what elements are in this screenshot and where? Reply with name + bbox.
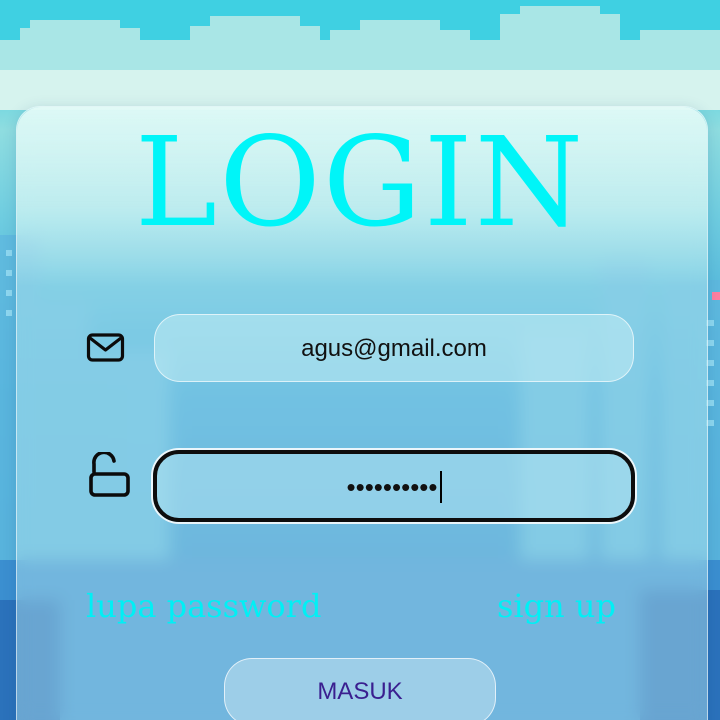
masuk-button[interactable]: MASUK [224, 658, 496, 720]
signup-link[interactable]: sign up [497, 586, 616, 626]
text-caret [439, 470, 442, 503]
unlock-icon [88, 450, 132, 498]
email-value: agus@gmail.com [301, 334, 487, 362]
email-input[interactable]: agus@gmail.com [154, 314, 634, 382]
mail-icon [86, 332, 126, 364]
password-input[interactable]: •••••••••• [153, 450, 635, 522]
forgot-password-link[interactable]: lupa password [86, 586, 321, 626]
password-mask: •••••••••• [346, 471, 438, 502]
login-title: LOGIN [134, 111, 586, 255]
